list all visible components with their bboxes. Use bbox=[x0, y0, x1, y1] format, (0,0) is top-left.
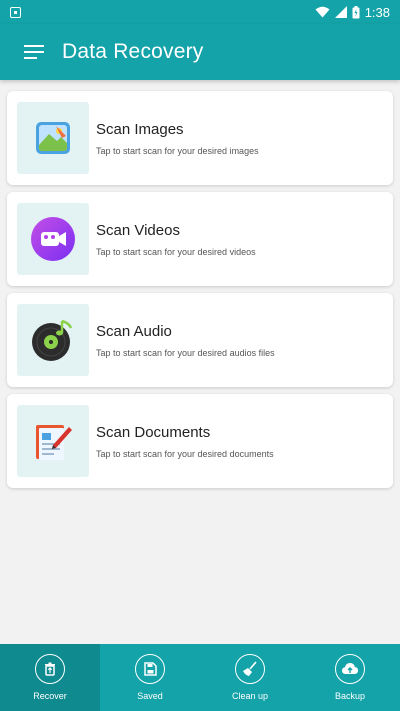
card-subtitle: Tap to start scan for your desired audio… bbox=[96, 347, 275, 358]
card-subtitle: Tap to start scan for your desired docum… bbox=[96, 448, 274, 459]
nav-label: Recover bbox=[33, 691, 67, 701]
card-subtitle: Tap to start scan for your desired image… bbox=[96, 145, 259, 156]
card-title: Scan Videos bbox=[96, 221, 180, 239]
status-time: 1:38 bbox=[364, 4, 390, 20]
nav-recover[interactable]: Recover bbox=[0, 644, 100, 711]
nav-clean-up[interactable]: Clean up bbox=[200, 644, 300, 711]
page-title: Data Recovery bbox=[62, 40, 204, 63]
scan-options-list: Scan Images Tap to start scan for your d… bbox=[7, 91, 393, 495]
signal-icon bbox=[334, 6, 347, 18]
save-disk-icon bbox=[135, 654, 165, 684]
notification-icon bbox=[10, 6, 21, 18]
nav-saved[interactable]: Saved bbox=[100, 644, 200, 711]
music-disc-icon bbox=[32, 319, 73, 361]
battery-icon bbox=[352, 5, 360, 18]
card-subtitle: Tap to start scan for your desired video… bbox=[96, 246, 256, 257]
card-title: Scan Images bbox=[96, 120, 184, 138]
trash-restore-icon bbox=[35, 654, 65, 684]
app-bar: Data Recovery bbox=[0, 24, 400, 80]
card-title: Scan Audio bbox=[96, 322, 172, 340]
card-thumbnail bbox=[17, 102, 89, 174]
document-pen-icon bbox=[36, 425, 72, 460]
image-gallery-icon bbox=[36, 122, 70, 154]
nav-backup[interactable]: Backup bbox=[300, 644, 400, 711]
nav-label: Backup bbox=[334, 691, 366, 701]
menu-icon[interactable] bbox=[14, 24, 54, 80]
wifi-icon bbox=[315, 6, 330, 18]
card-thumbnail bbox=[17, 203, 89, 275]
cloud-upload-icon bbox=[335, 654, 365, 684]
bottom-navigation: Recover Saved Clean up Backup bbox=[0, 644, 400, 711]
status-bar: 1:38 bbox=[0, 0, 400, 24]
card-thumbnail bbox=[17, 304, 89, 376]
nav-label: Saved bbox=[137, 691, 163, 701]
scan-videos-card[interactable]: Scan Videos Tap to start scan for your d… bbox=[7, 192, 393, 286]
card-title: Scan Documents bbox=[96, 423, 211, 441]
video-camera-icon bbox=[31, 217, 75, 261]
nav-label: Clean up bbox=[231, 691, 269, 701]
card-thumbnail bbox=[17, 405, 89, 477]
scan-documents-card[interactable]: Scan Documents Tap to start scan for you… bbox=[7, 394, 393, 488]
broom-icon bbox=[235, 654, 265, 684]
scan-images-card[interactable]: Scan Images Tap to start scan for your d… bbox=[7, 91, 393, 185]
scan-audio-card[interactable]: Scan Audio Tap to start scan for your de… bbox=[7, 293, 393, 387]
